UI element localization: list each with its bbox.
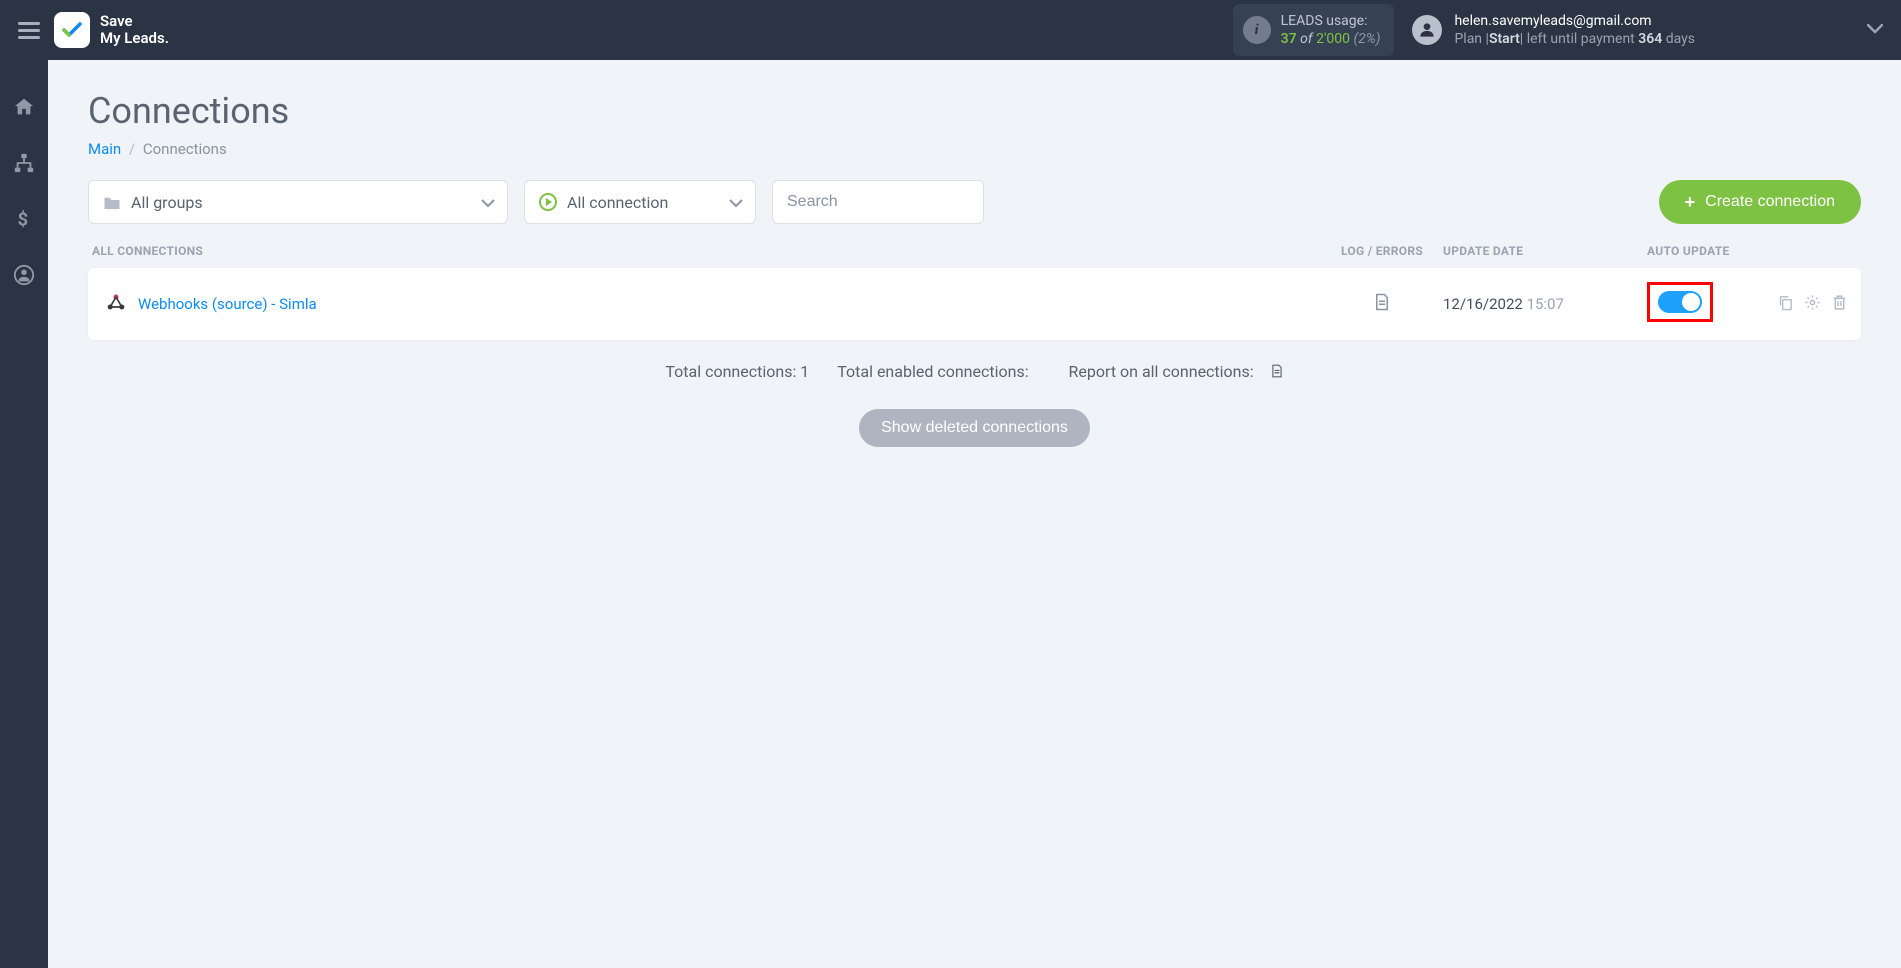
summary-report: Report on all connections:	[1057, 362, 1284, 381]
table-row: Webhooks (source) - Simla 12/16/2022 15:…	[88, 268, 1861, 340]
create-connection-button[interactable]: + Create connection	[1659, 180, 1861, 224]
update-date: 12/16/2022 15:07	[1437, 295, 1647, 313]
usage-values: 37 of 2'000 (2%)	[1281, 30, 1381, 48]
sidebar-home[interactable]	[13, 96, 35, 122]
show-deleted-button[interactable]: Show deleted connections	[859, 409, 1090, 447]
gear-icon[interactable]	[1804, 294, 1821, 315]
highlight-box	[1647, 282, 1713, 322]
groups-filter[interactable]: All groups	[88, 180, 508, 224]
chevron-down-icon	[481, 193, 495, 212]
breadcrumb-main[interactable]: Main	[88, 140, 121, 158]
chevron-down-icon	[729, 193, 743, 212]
menu-toggle[interactable]	[18, 22, 40, 39]
brand-name: Save My Leads.	[100, 13, 169, 48]
app-logo[interactable]	[54, 12, 90, 48]
sidebar-connections[interactable]	[13, 152, 35, 178]
connection-filter[interactable]: All connection	[524, 180, 756, 224]
chevron-down-icon[interactable]	[1867, 22, 1883, 38]
account-plan: Plan |Start| left until payment 364 days	[1454, 30, 1695, 48]
breadcrumb-current: Connections	[143, 140, 227, 158]
account-menu[interactable]: helen.savemyleads@gmail.com Plan |Start|…	[1412, 12, 1883, 48]
report-icon	[1270, 363, 1284, 379]
col-header-log: LOG / ERRORS	[1327, 244, 1437, 258]
account-email: helen.savemyleads@gmail.com	[1454, 12, 1695, 30]
col-header-auto: AUTO UPDATE	[1647, 244, 1767, 258]
page-title: Connections	[88, 90, 1861, 132]
webhook-icon	[106, 292, 126, 316]
main-content: Connections Main / Connections All group…	[48, 60, 1901, 477]
summary-total: Total connections: 1	[665, 362, 809, 381]
filter-controls: All groups All connection + Create conne…	[88, 180, 1861, 224]
table-header: ALL CONNECTIONS LOG / ERRORS UPDATE DATE…	[88, 244, 1861, 268]
summary-enabled: Total enabled connections:	[837, 362, 1028, 381]
connection-link[interactable]: Webhooks (source) - Simla	[138, 295, 317, 313]
sidebar-billing[interactable]: $	[13, 208, 35, 234]
play-icon	[539, 193, 557, 211]
sidebar-profile[interactable]	[13, 264, 35, 290]
log-button[interactable]	[1327, 292, 1437, 316]
copy-icon[interactable]	[1777, 294, 1794, 315]
topbar: Save My Leads. i LEADS usage: 37 of 2'00…	[0, 0, 1901, 60]
info-icon: i	[1243, 16, 1271, 44]
breadcrumb: Main / Connections	[88, 140, 1861, 158]
folder-icon	[103, 193, 121, 212]
auto-update-toggle[interactable]	[1658, 291, 1702, 313]
summary-row: Total connections: 1 Total enabled conne…	[88, 362, 1861, 381]
avatar-icon	[1412, 15, 1442, 45]
sidebar: $	[0, 60, 48, 968]
plus-icon: +	[1685, 192, 1696, 213]
trash-icon[interactable]	[1831, 294, 1848, 315]
svg-text:$: $	[18, 209, 29, 230]
usage-box[interactable]: i LEADS usage: 37 of 2'000 (2%)	[1233, 4, 1395, 56]
col-header-name: ALL CONNECTIONS	[92, 244, 1327, 258]
col-header-date: UPDATE DATE	[1437, 244, 1647, 258]
search-input[interactable]	[772, 180, 984, 224]
usage-label: LEADS usage:	[1281, 12, 1381, 30]
